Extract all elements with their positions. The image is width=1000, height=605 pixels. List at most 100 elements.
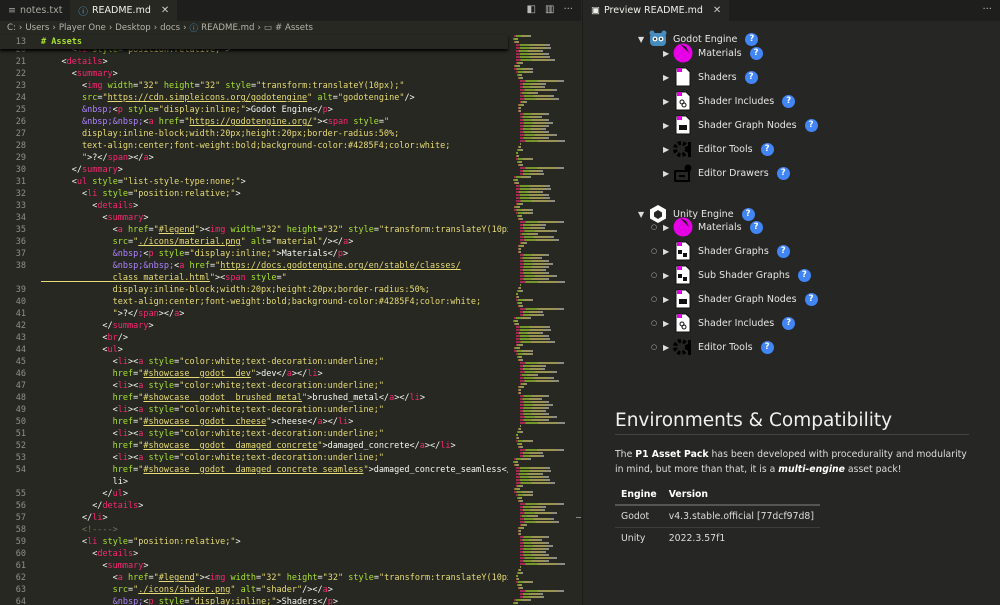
code-line[interactable]: 44 <ul> — [0, 344, 508, 356]
caret-right-icon[interactable]: ▶ — [663, 247, 673, 256]
code-line[interactable]: 61 <summary> — [0, 560, 508, 572]
code-line[interactable]: class_material.html"><span style=" — [0, 272, 508, 284]
tree-item[interactable]: ▶ Shader Includes? — [663, 90, 796, 112]
help-badge[interactable]: ? — [782, 316, 796, 330]
code-line[interactable]: 53 <li><a style="color:white;text-decora… — [0, 452, 508, 464]
caret-right-icon[interactable]: ▶ — [663, 97, 673, 106]
tree-item[interactable]: ▶ Shader Graph Nodes? — [663, 114, 818, 136]
code-line[interactable]: 30 </summary> — [0, 164, 508, 176]
code-line[interactable]: 39 display:inline-block;width:20px;heigh… — [0, 284, 508, 296]
code-line[interactable]: 24 src="https://cdn.simpleicons.org/godo… — [0, 92, 508, 104]
caret-down-icon[interactable]: ▼ — [638, 35, 648, 44]
code-line[interactable]: 59 <li style="position:relative;"> — [0, 536, 508, 548]
sticky-scroll-header[interactable]: 13 # Assets — [0, 35, 508, 49]
code-line[interactable]: 56 </details> — [0, 500, 508, 512]
code-line[interactable]: 47 <li><a style="color:white;text-decora… — [0, 380, 508, 392]
code-editor[interactable]: 20 <li style="position:relative;"> 21 <de… — [0, 35, 508, 605]
code-line[interactable]: 50 href="#showcase__godot__cheese">chees… — [0, 416, 508, 428]
tree-item[interactable]: ○ ▶ Materials? — [651, 216, 763, 238]
code-line[interactable]: 23 <img width="32" height="32" style="tr… — [0, 80, 508, 92]
caret-right-icon[interactable]: ▶ — [663, 49, 673, 58]
caret-down-icon[interactable]: ▼ — [638, 210, 648, 219]
tree-item[interactable]: ▶ Shaders? — [663, 66, 758, 88]
code-line[interactable]: li> — [0, 476, 508, 488]
code-line[interactable]: 26 &nbsp;&nbsp;<a href="https://godoteng… — [0, 116, 508, 128]
tree-item[interactable]: ▶ Materials? — [663, 42, 763, 64]
tree-item[interactable]: ○ ▶ Editor Tools? — [651, 336, 774, 358]
caret-right-icon[interactable]: ▶ — [663, 169, 673, 178]
code-line[interactable]: 28 text-align:center;font-weight:bold;ba… — [0, 140, 508, 152]
breadcrumb-item[interactable]: Users — [25, 23, 49, 33]
open-preview-icon[interactable]: ◧ — [527, 4, 536, 15]
caret-right-icon[interactable]: ▶ — [663, 271, 673, 280]
tree-item[interactable]: ○ ▶ Shader Graph Nodes? — [651, 288, 818, 310]
code-line[interactable]: 43 <br/> — [0, 332, 508, 344]
help-badge[interactable]: ? — [749, 46, 763, 60]
tab-preview-readme[interactable]: ▣ Preview README.md ✕ — [583, 0, 730, 21]
code-line[interactable]: 60 <details> — [0, 548, 508, 560]
breadcrumb-item[interactable]: README.md — [201, 23, 254, 33]
help-badge[interactable]: ? — [776, 244, 790, 258]
code-line[interactable]: 35 <a href="#legend"><img width="32" hei… — [0, 224, 508, 236]
code-line[interactable]: 64 &nbsp;<p style="display:inline;">Shad… — [0, 596, 508, 605]
breadcrumb-item[interactable]: # Assets — [275, 23, 313, 33]
code-line[interactable]: 57 </li> — [0, 512, 508, 524]
code-line[interactable]: 49 <li><a style="color:white;text-decora… — [0, 404, 508, 416]
code-line[interactable]: 21 <details> — [0, 56, 508, 68]
code-line[interactable]: 40 text-align:center;font-weight:bold;ba… — [0, 296, 508, 308]
more-actions-icon[interactable]: ··· — [982, 4, 992, 15]
tree-item[interactable]: ▶ Editor Tools? — [663, 138, 774, 160]
help-badge[interactable]: ? — [749, 220, 763, 234]
code-line[interactable]: 54 href="#showcase__godot__damaged_concr… — [0, 464, 508, 476]
code-line[interactable]: 41 ">?</span></a> — [0, 308, 508, 320]
minimap[interactable] — [510, 35, 576, 605]
tree-item[interactable]: ▶ Editor Drawers? — [663, 162, 790, 184]
code-line[interactable]: 32 <li style="position:relative;"> — [0, 188, 508, 200]
code-line[interactable]: 29 ">?</span></a> — [0, 152, 508, 164]
code-line[interactable]: 45 <li><a style="color:white;text-decora… — [0, 356, 508, 368]
help-badge[interactable]: ? — [760, 142, 774, 156]
close-icon[interactable]: ✕ — [713, 5, 721, 16]
code-line[interactable]: 38 &nbsp;&nbsp;<a href="https://docs.god… — [0, 260, 508, 272]
close-icon[interactable]: ✕ — [161, 5, 169, 16]
code-line[interactable]: 27 display:inline-block;width:20px;heigh… — [0, 128, 508, 140]
code-line[interactable]: 34 <summary> — [0, 212, 508, 224]
breadcrumb-item[interactable]: Desktop — [115, 23, 150, 33]
code-line[interactable]: 42 </summary> — [0, 320, 508, 332]
code-line[interactable]: 36 src="./icons/material.png" alt="mater… — [0, 236, 508, 248]
caret-right-icon[interactable]: ▶ — [663, 121, 673, 130]
tree-item[interactable]: ○ ▶ Shader Graphs? — [651, 240, 790, 262]
help-badge[interactable]: ? — [744, 70, 758, 84]
help-badge[interactable]: ? — [782, 94, 796, 108]
caret-right-icon[interactable]: ▶ — [663, 223, 673, 232]
breadcrumb-item[interactable]: docs — [160, 23, 180, 33]
code-line[interactable]: 22 <summary> — [0, 68, 508, 80]
code-line[interactable]: 55 </ul> — [0, 488, 508, 500]
caret-right-icon[interactable]: ▶ — [663, 295, 673, 304]
help-badge[interactable]: ? — [804, 118, 818, 132]
code-line[interactable]: 37 &nbsp;<p style="display:inline;">Mate… — [0, 248, 508, 260]
tab-readme-md[interactable]: ⓘ README.md ✕ — [70, 0, 178, 21]
tree-item[interactable]: ○ ▶ Shader Includes? — [651, 312, 796, 334]
code-line[interactable]: 52 href="#showcase__godot__damaged_concr… — [0, 440, 508, 452]
tree-item[interactable]: ○ ▶ Sub Shader Graphs? — [651, 264, 811, 286]
help-badge[interactable]: ? — [760, 340, 774, 354]
help-badge[interactable]: ? — [776, 166, 790, 180]
code-line[interactable]: 48 href="#showcase__godot__brushed_metal… — [0, 392, 508, 404]
code-line[interactable]: 51 <li><a style="color:white;text-decora… — [0, 428, 508, 440]
code-line[interactable]: 31 <ul style="list-style-type:none;"> — [0, 176, 508, 188]
caret-right-icon[interactable]: ▶ — [663, 343, 673, 352]
code-line[interactable]: 63 src="./icons/shader.png" alt="shader"… — [0, 584, 508, 596]
caret-right-icon[interactable]: ▶ — [663, 319, 673, 328]
code-line[interactable]: 33 <details> — [0, 200, 508, 212]
breadcrumb-item[interactable]: C: — [7, 23, 16, 33]
help-badge[interactable]: ? — [804, 292, 818, 306]
code-line[interactable]: 25 &nbsp;<p style="display:inline;">Godo… — [0, 104, 508, 116]
split-editor-icon[interactable]: ▥ — [545, 4, 554, 15]
tab-notes-txt[interactable]: ≡ notes.txt — [0, 0, 70, 21]
code-line[interactable]: 46 href="#showcase__godot__dev">dev</a><… — [0, 368, 508, 380]
caret-right-icon[interactable]: ▶ — [663, 73, 673, 82]
code-line[interactable]: 62 <a href="#legend"><img width="32" hei… — [0, 572, 508, 584]
more-actions-icon[interactable]: ··· — [563, 4, 573, 15]
caret-right-icon[interactable]: ▶ — [663, 145, 673, 154]
